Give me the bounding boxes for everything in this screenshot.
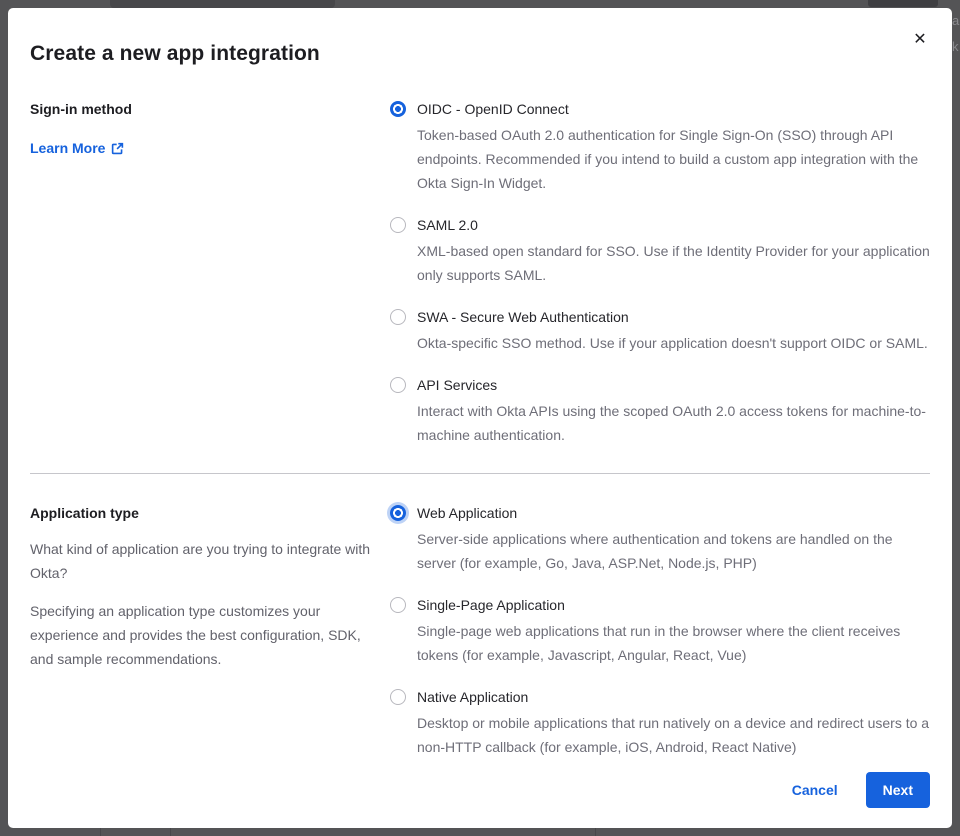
application-type-left-column: Application type What kind of applicatio… — [30, 503, 390, 759]
learn-more-link[interactable]: Learn More — [30, 140, 124, 156]
backdrop-peek-text-top: a — [952, 14, 960, 27]
application-type-label: Application type — [30, 503, 382, 523]
application-type-section: Application type What kind of applicatio… — [30, 503, 930, 759]
radio-label-saml[interactable]: SAML 2.0 — [417, 215, 930, 235]
radio-option-oidc[interactable]: OIDC - OpenID Connect Token-based OAuth … — [390, 99, 930, 195]
dialog-footer: Cancel Next — [792, 772, 930, 808]
backdrop-header-icons — [868, 0, 938, 7]
backdrop-peek-text-bottom: k — [952, 40, 960, 53]
signin-method-section: Sign-in method Learn More OIDC - OpenID … — [30, 99, 930, 447]
radio-button-oidc[interactable] — [390, 101, 406, 117]
section-divider — [30, 473, 930, 474]
radio-label-oidc[interactable]: OIDC - OpenID Connect — [417, 99, 930, 119]
radio-label-api-services[interactable]: API Services — [417, 375, 930, 395]
radio-label-web-application[interactable]: Web Application — [417, 503, 930, 523]
backdrop-table-line — [100, 828, 101, 836]
next-button[interactable]: Next — [866, 772, 930, 808]
radio-description-web-application: Server-side applications where authentic… — [417, 527, 930, 575]
radio-option-api-services[interactable]: API Services Interact with Okta APIs usi… — [390, 375, 930, 447]
signin-method-options: OIDC - OpenID Connect Token-based OAuth … — [390, 99, 930, 447]
radio-description-saml: XML-based open standard for SSO. Use if … — [417, 239, 930, 287]
create-app-integration-dialog: ✕ Create a new app integration Sign-in m… — [8, 8, 952, 828]
radio-description-single-page-application: Single-page web applications that run in… — [417, 619, 930, 667]
radio-option-saml[interactable]: SAML 2.0 XML-based open standard for SSO… — [390, 215, 930, 287]
radio-description-native-application: Desktop or mobile applications that run … — [417, 711, 930, 759]
radio-label-single-page-application[interactable]: Single-Page Application — [417, 595, 930, 615]
radio-button-api-services[interactable] — [390, 377, 406, 393]
backdrop-search-bar — [110, 0, 335, 8]
radio-option-web-application[interactable]: Web Application Server-side applications… — [390, 503, 930, 575]
radio-button-swa[interactable] — [390, 309, 406, 325]
external-link-icon — [111, 142, 124, 155]
application-type-help-text-1: What kind of application are you trying … — [30, 537, 382, 585]
radio-button-web-application[interactable] — [390, 505, 406, 521]
radio-button-native-application[interactable] — [390, 689, 406, 705]
close-icon[interactable]: ✕ — [908, 28, 932, 52]
backdrop-table-line — [595, 828, 596, 836]
radio-option-swa[interactable]: SWA - Secure Web Authentication Okta-spe… — [390, 307, 930, 355]
radio-description-oidc: Token-based OAuth 2.0 authentication for… — [417, 123, 930, 195]
signin-method-left-column: Sign-in method Learn More — [30, 99, 390, 447]
radio-option-single-page-application[interactable]: Single-Page Application Single-page web … — [390, 595, 930, 667]
learn-more-label: Learn More — [30, 140, 105, 156]
signin-method-label: Sign-in method — [30, 99, 382, 119]
radio-button-single-page-application[interactable] — [390, 597, 406, 613]
cancel-button[interactable]: Cancel — [792, 782, 838, 798]
radio-option-native-application[interactable]: Native Application Desktop or mobile app… — [390, 687, 930, 759]
radio-label-native-application[interactable]: Native Application — [417, 687, 930, 707]
radio-description-api-services: Interact with Okta APIs using the scoped… — [417, 399, 930, 447]
radio-description-swa: Okta-specific SSO method. Use if your ap… — [417, 331, 930, 355]
application-type-options: Web Application Server-side applications… — [390, 503, 930, 759]
radio-button-saml[interactable] — [390, 217, 406, 233]
radio-label-swa[interactable]: SWA - Secure Web Authentication — [417, 307, 930, 327]
dialog-title: Create a new app integration — [30, 42, 930, 66]
application-type-help-text-2: Specifying an application type customize… — [30, 599, 382, 671]
backdrop-table-line — [170, 828, 171, 836]
